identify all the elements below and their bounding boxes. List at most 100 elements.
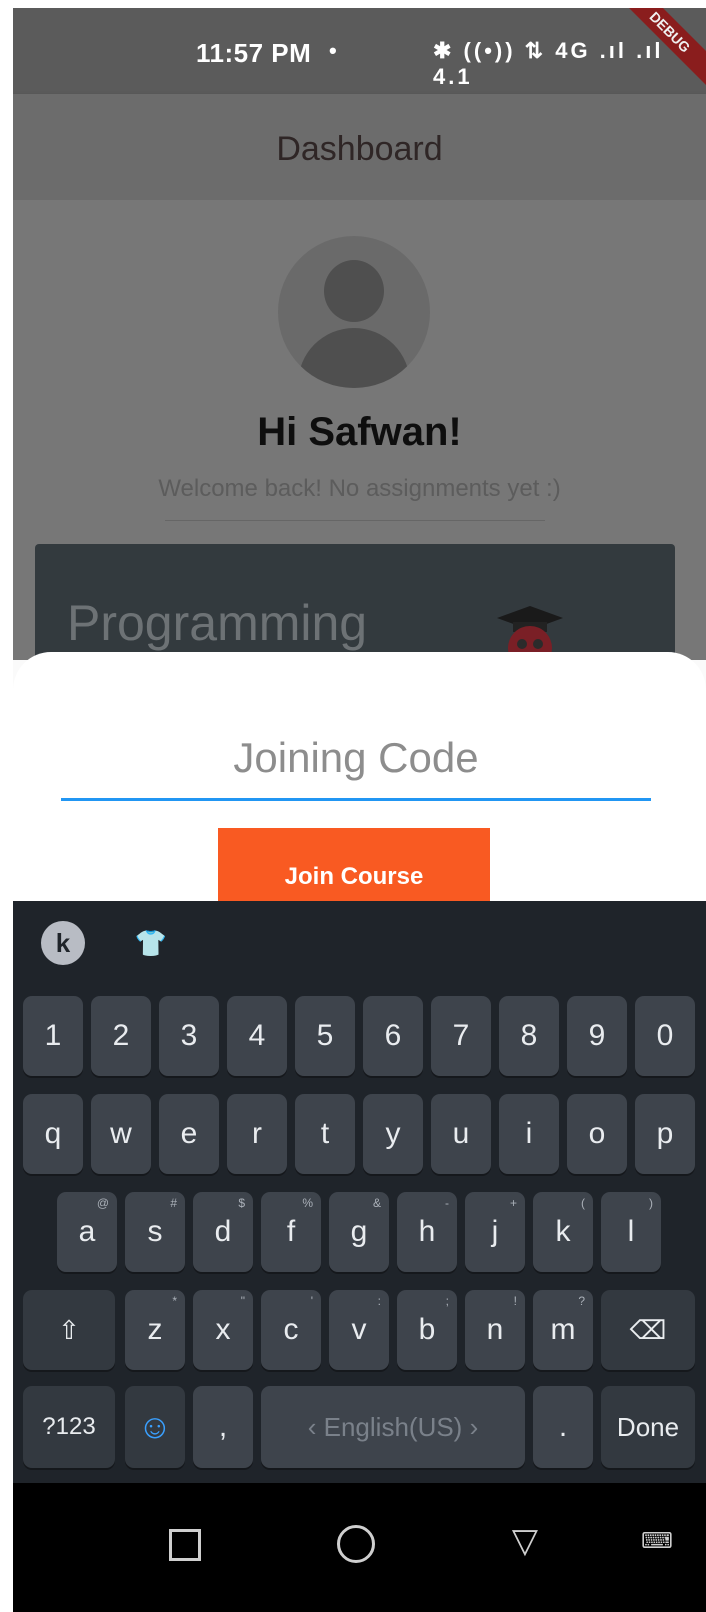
status-time: 11:57 PM bbox=[196, 38, 312, 68]
key-0[interactable]: 0 bbox=[635, 996, 695, 1076]
status-notification-dot: • bbox=[329, 38, 337, 63]
key-m[interactable]: ? m bbox=[533, 1290, 593, 1370]
keyboard-theme-icon[interactable]: 👕 bbox=[129, 921, 173, 965]
key-c-label: c bbox=[283, 1313, 299, 1346]
emoji-key[interactable]: ☺ bbox=[125, 1386, 185, 1468]
key-j[interactable]: + j bbox=[465, 1192, 525, 1272]
key-8[interactable]: 8 bbox=[499, 996, 559, 1076]
key-6[interactable]: 6 bbox=[363, 996, 423, 1076]
key-k-label: k bbox=[555, 1215, 571, 1248]
keyboard-switch-icon[interactable]: ⌨ bbox=[637, 1521, 677, 1561]
key-h-label: h bbox=[418, 1215, 436, 1248]
space-key[interactable]: ‹ English(US) › bbox=[261, 1386, 525, 1468]
key-a-label: a bbox=[78, 1215, 96, 1248]
key-i[interactable]: i bbox=[499, 1094, 559, 1174]
key-s[interactable]: # s bbox=[125, 1192, 185, 1272]
key-x-label: x bbox=[215, 1313, 231, 1346]
key-5[interactable]: 5 bbox=[295, 996, 355, 1076]
keyboard-k-icon[interactable]: k bbox=[41, 921, 85, 965]
key-s-hint: # bbox=[170, 1196, 177, 1210]
comma-key[interactable]: , bbox=[193, 1386, 253, 1468]
key-4[interactable]: 4 bbox=[227, 996, 287, 1076]
greeting-text: Hi Safwan! bbox=[257, 410, 462, 454]
key-v-label: v bbox=[351, 1313, 367, 1346]
avatar bbox=[278, 236, 430, 388]
key-z[interactable]: * z bbox=[125, 1290, 185, 1370]
period-key[interactable]: . bbox=[533, 1386, 593, 1468]
key-g-hint: & bbox=[372, 1196, 381, 1210]
key-f-label: f bbox=[286, 1215, 296, 1248]
home-icon[interactable] bbox=[337, 1525, 375, 1563]
done-key[interactable]: Done bbox=[601, 1386, 695, 1468]
dashboard-content: Hi Safwan! Welcome back! No assignments … bbox=[13, 200, 706, 684]
status-bar: 11:57 PM • ✱ ((•)) ⇅ 4G .ıl .ıl 4.1 DEBU… bbox=[13, 8, 706, 94]
key-a-hint: @ bbox=[96, 1196, 109, 1210]
key-l-hint: ) bbox=[649, 1196, 653, 1210]
key-1[interactable]: 1 bbox=[23, 996, 83, 1076]
key-b-label: b bbox=[418, 1313, 436, 1346]
key-n-hint: ! bbox=[513, 1294, 517, 1308]
key-z-hint: * bbox=[172, 1294, 177, 1308]
key-j-label: j bbox=[491, 1215, 499, 1248]
key-a[interactable]: @ a bbox=[57, 1192, 117, 1272]
key-f-hint: % bbox=[302, 1196, 313, 1210]
key-l-label: l bbox=[627, 1215, 635, 1248]
keyboard-toolbar: k 👕 bbox=[13, 901, 706, 981]
phone-screen: 11:57 PM • ✱ ((•)) ⇅ 4G .ıl .ıl 4.1 DEBU… bbox=[13, 8, 706, 1612]
key-n-label: n bbox=[486, 1313, 504, 1346]
key-g[interactable]: & g bbox=[329, 1192, 389, 1272]
key-v-hint: : bbox=[377, 1294, 381, 1308]
backspace-key[interactable]: ⌫ bbox=[601, 1290, 695, 1370]
key-k-hint: ( bbox=[581, 1196, 585, 1210]
join-course-sheet: Join Course bbox=[13, 652, 706, 912]
key-e[interactable]: e bbox=[159, 1094, 219, 1174]
join-course-button[interactable]: Join Course bbox=[218, 828, 490, 908]
course-title: Programming bbox=[67, 595, 368, 651]
key-2[interactable]: 2 bbox=[91, 996, 151, 1076]
soft-keyboard: k 👕 1 2 3 4 5 6 7 8 9 0 q w e r t y u i … bbox=[13, 901, 706, 1483]
recents-icon[interactable] bbox=[169, 1529, 201, 1561]
key-f[interactable]: % f bbox=[261, 1192, 321, 1272]
key-b[interactable]: ; b bbox=[397, 1290, 457, 1370]
key-7[interactable]: 7 bbox=[431, 996, 491, 1076]
key-c[interactable]: ' c bbox=[261, 1290, 321, 1370]
key-u[interactable]: u bbox=[431, 1094, 491, 1174]
symbols-key[interactable]: ?123 bbox=[23, 1386, 115, 1468]
key-d-label: d bbox=[214, 1215, 232, 1248]
key-9[interactable]: 9 bbox=[567, 996, 627, 1076]
key-z-label: z bbox=[147, 1313, 163, 1346]
key-q[interactable]: q bbox=[23, 1094, 83, 1174]
key-x-hint: " bbox=[240, 1294, 245, 1308]
key-j-hint: + bbox=[509, 1196, 517, 1210]
page-title: Dashboard bbox=[276, 130, 443, 168]
key-t[interactable]: t bbox=[295, 1094, 355, 1174]
key-r[interactable]: r bbox=[227, 1094, 287, 1174]
key-x[interactable]: " x bbox=[193, 1290, 253, 1370]
avatar-body-shape bbox=[298, 328, 410, 388]
app-bar: Dashboard bbox=[13, 94, 706, 200]
key-k[interactable]: (k bbox=[533, 1192, 593, 1272]
key-m-label: m bbox=[550, 1313, 576, 1346]
key-d[interactable]: $ d bbox=[193, 1192, 253, 1272]
joining-code-input[interactable] bbox=[61, 718, 651, 801]
key-g-label: g bbox=[350, 1215, 368, 1248]
back-icon[interactable]: ▽ bbox=[505, 1521, 545, 1561]
divider bbox=[165, 520, 545, 521]
key-h-hint: - bbox=[445, 1196, 449, 1210]
avatar-person-icon bbox=[324, 260, 384, 322]
key-p[interactable]: p bbox=[635, 1094, 695, 1174]
key-b-hint: ; bbox=[445, 1294, 449, 1308]
key-l[interactable]: ) l bbox=[601, 1192, 661, 1272]
key-w[interactable]: w bbox=[91, 1094, 151, 1174]
key-o[interactable]: o bbox=[567, 1094, 627, 1174]
key-m-hint: ? bbox=[578, 1294, 585, 1308]
key-n[interactable]: ! n bbox=[465, 1290, 525, 1370]
key-3[interactable]: 3 bbox=[159, 996, 219, 1076]
key-v[interactable]: :v bbox=[329, 1290, 389, 1370]
key-y[interactable]: y bbox=[363, 1094, 423, 1174]
status-icons: ✱ ((•)) ⇅ 4G .ıl .ıl 4.1 bbox=[433, 38, 664, 89]
key-h[interactable]: -h bbox=[397, 1192, 457, 1272]
shift-key[interactable]: ⇧ bbox=[23, 1290, 115, 1370]
welcome-subtitle: Welcome back! No assignments yet :) bbox=[158, 475, 561, 502]
key-d-hint: $ bbox=[238, 1196, 245, 1210]
